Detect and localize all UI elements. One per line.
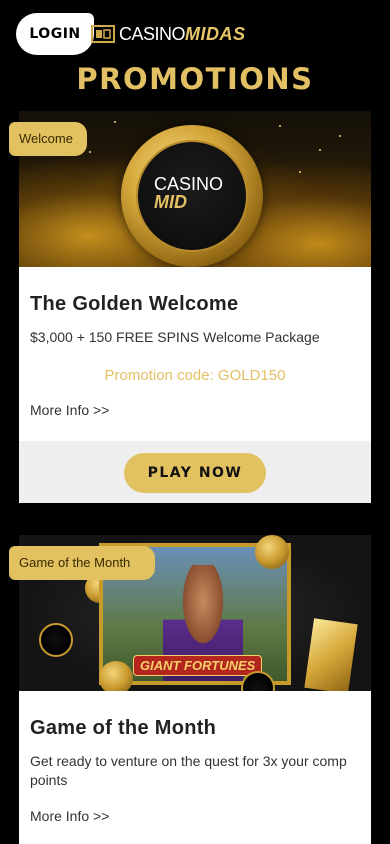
giant-fortunes-logo: GIANT FORTUNES xyxy=(133,655,263,676)
gold-coin-icon xyxy=(99,661,133,691)
header: LOGIN CASINO MIDAS xyxy=(0,0,390,70)
coin-text: CASINO MID xyxy=(154,175,223,211)
casino-chip-icon xyxy=(39,623,73,657)
promotion-tag: Game of the Month xyxy=(9,546,155,580)
promotion-description: Get ready to venture on the quest for 3x… xyxy=(30,753,347,788)
sparkle xyxy=(89,151,91,153)
logo-midas-text: MIDAS xyxy=(185,23,246,44)
login-button[interactable]: LOGIN xyxy=(16,13,94,55)
play-now-button[interactable]: PLAY NOW xyxy=(124,453,266,493)
sparkle xyxy=(319,149,321,151)
card-footer: PLAY NOW xyxy=(19,441,371,503)
promotion-tag: Welcome xyxy=(9,122,87,156)
coin-text-bottom: MID xyxy=(154,192,187,212)
page-title: PROMOTIONS xyxy=(76,62,314,96)
casino-midas-logo[interactable]: CASINO MIDAS xyxy=(90,22,246,46)
sparkle xyxy=(114,121,116,123)
more-info-link[interactable]: More Info >> xyxy=(30,808,360,824)
promotion-card-game-of-month: GIANT FORTUNES Game of the Month Game of… xyxy=(9,535,371,844)
logo-mark-icon xyxy=(91,25,115,43)
promotion-title: Game of the Month xyxy=(30,717,217,739)
card-body: Game of the Month Get ready to venture o… xyxy=(19,691,371,824)
sparkle xyxy=(339,135,341,137)
more-info-link[interactable]: More Info >> xyxy=(30,402,360,418)
gold-coin-icon xyxy=(255,535,289,569)
coin-face: CASINO MID xyxy=(136,140,248,252)
promotion-title: The Golden Welcome xyxy=(30,293,239,315)
casino-midas-coin: CASINO MID xyxy=(121,125,263,267)
sparkle xyxy=(279,125,281,127)
gold-bar-icon xyxy=(304,618,358,691)
coin-text-top: CASINO xyxy=(154,174,224,194)
sparkle xyxy=(299,171,301,173)
logo-casino-text: CASINO xyxy=(119,23,186,44)
promotion-description: $3,000 + 150 FREE SPINS Welcome Package xyxy=(30,329,320,345)
promotion-card-welcome: CASINO MID Welcome The Golden Welcome $3… xyxy=(9,111,371,503)
promotion-code: Promotion code: GOLD150 xyxy=(104,367,286,384)
card-body: The Golden Welcome $3,000 + 150 FREE SPI… xyxy=(19,267,371,418)
